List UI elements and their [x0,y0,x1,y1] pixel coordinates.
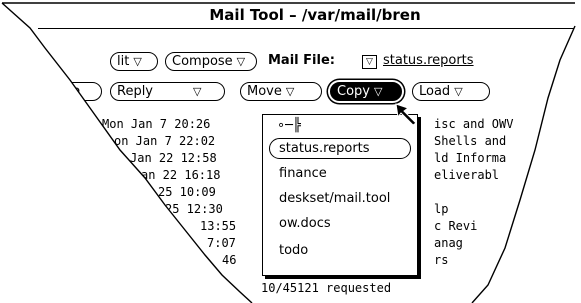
message-subject[interactable]: ld Informa [434,151,506,165]
chevron-down-icon: ▽ [373,85,383,98]
message-subject[interactable]: anag [434,236,463,250]
message-subject[interactable]: isc and OWV [434,117,513,131]
menu-item-status-reports[interactable]: status.reports [269,138,411,159]
message-subject[interactable]: rs [434,253,448,267]
chevron-down-icon: ▽ [454,85,463,98]
menu-item-deskset-mail-tool[interactable]: deskset/mail.tool [279,191,390,206]
mouse-pointer-icon [395,103,417,126]
reply-button-label: Reply [117,84,154,99]
message-date[interactable]: Mon Jan 7 20:26 [102,117,210,131]
chevron-down-icon: ▽ [285,85,295,98]
load-menu-button[interactable]: Load ▽ [412,82,490,101]
chevron-down-icon: ▽ [236,55,246,68]
mail-file-label: Mail File: [268,53,335,68]
move-menu-button[interactable]: Move ▽ [240,82,322,101]
message-date[interactable]: on Jan 7 22:02 [114,134,215,148]
mail-file-menu-button[interactable]: ▽ [362,55,377,69]
reply-menu-button[interactable]: Reply ▽ [110,82,225,101]
title-divider [38,28,581,29]
copy-button-label: Copy [337,84,370,99]
menu-item-ow-docs[interactable]: ow.docs [279,216,331,231]
message-subject[interactable]: Shells and [434,134,506,148]
message-date[interactable]: 7:07 [207,236,236,250]
compose-menu-button[interactable]: Compose ▽ [165,52,257,71]
edit-button-label: lit [117,54,130,69]
message-date[interactable]: Jan 22 12:58 [130,151,217,165]
message-date[interactable]: 13:55 [200,219,236,233]
chevron-down-icon: ▽ [193,85,202,98]
message-date[interactable]: 25 10:09 [158,185,216,199]
copy-menu: ∘─╠ status.reports finance deskset/mail.… [262,114,418,276]
menu-item-todo[interactable]: todo [279,243,308,258]
mailtool-window: Mail Tool – /var/mail/bren lit ▽ Compose ▽… [0,0,581,303]
message-subject[interactable]: eliverabl [434,168,499,182]
delete-button-label: te [67,84,81,99]
message-date[interactable]: 46 [222,253,236,267]
message-date[interactable]: an 22 16:18 [141,168,220,182]
mail-file-field[interactable]: status.reports [383,53,474,68]
window-title: Mail Tool – /var/mail/bren [209,6,421,24]
delete-button[interactable]: te [60,82,102,101]
copy-menu-button[interactable]: Copy ▽ [330,82,402,101]
message-subject[interactable]: 10/45121 requested [261,281,391,295]
menu-item-finance[interactable]: finance [279,166,327,181]
move-button-label: Move [247,84,282,99]
chevron-down-icon: ▽ [133,55,142,68]
message-date[interactable]: 25 12:30 [165,202,223,216]
compose-button-label: Compose [172,54,233,69]
load-button-label: Load [419,84,451,99]
edit-menu-button[interactable]: lit ▽ [110,52,158,71]
pushpin-icon[interactable]: ∘─╠ [277,118,301,133]
message-subject[interactable]: c Revi [434,219,477,233]
message-subject[interactable]: lp [434,202,448,216]
chevron-down-icon: ▽ [366,57,373,67]
